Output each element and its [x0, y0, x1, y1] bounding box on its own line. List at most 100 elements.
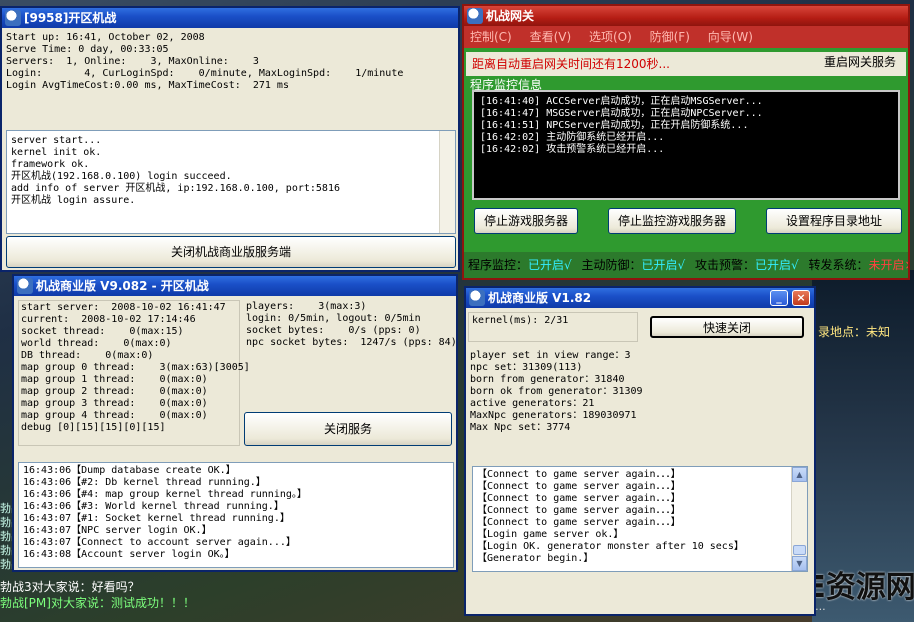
info-line: players: 3(max:3)	[246, 301, 367, 312]
monitor-log[interactable]: [16:41:40] ACCServer启动成功，正在启动MSGServer..…	[472, 90, 900, 200]
log-line: 【Connect to game server again．．．】	[477, 481, 681, 492]
kernel-log[interactable]: 16:43:06【Dump database create OK.】 16:43…	[18, 462, 454, 568]
log-line: [16:41:51] NPCServer启动成功，正在开启防御系统...	[480, 120, 749, 131]
log-scrollbar[interactable]: ▲ ▼	[791, 467, 807, 571]
log-line: 开区机战(192.168.0.100) login succeed.	[11, 171, 232, 182]
info-line: current: 2008-10-02 17:14:46	[21, 314, 196, 325]
window-title: 机战网关	[486, 9, 535, 23]
menu-defense[interactable]: 防御(F)	[650, 30, 690, 44]
server-log[interactable]: server start... kernel init ok. framewor…	[6, 130, 456, 234]
close-server-button[interactable]: 关闭机战商业版服务端	[6, 236, 456, 268]
info-line: map group 3 thread: 0(max:0)	[21, 398, 208, 409]
log-line: [16:42:02] 攻击预警系统已经开启...	[480, 144, 665, 155]
scroll-down-icon[interactable]: ▼	[792, 556, 807, 571]
log-line: 16:43:06【Dump database create OK.】	[23, 465, 236, 476]
quick-close-button[interactable]: 快速关闭	[650, 316, 804, 338]
log-line: framework ok.	[11, 159, 90, 170]
log-line: 16:43:06【#4: map group kernel thread run…	[23, 489, 307, 500]
stop-game-server-button[interactable]: 停止游戏服务器	[474, 208, 578, 234]
status-label: 攻击预警：	[695, 258, 756, 272]
npc-window: 机战商业版 V1.82 _ × kernel(ms): 2/31 快速关闭 pl…	[464, 286, 816, 616]
kernel-titlebar[interactable]: 机战商业版 V9.082 - 开区机战	[14, 276, 456, 296]
minimize-icon[interactable]: _	[770, 290, 788, 306]
stat-line: Login: 4, CurLoginSpd: 0/minute, MaxLogi…	[6, 68, 404, 79]
npc-titlebar[interactable]: 机战商业版 V1.82	[466, 288, 814, 308]
log-line: 16:43:06【#2: Db kernel thread running.】	[23, 477, 266, 488]
log-line: 【Connect to game server again．．．】	[477, 505, 681, 516]
log-line: 16:43:08【Account server login OK。】	[23, 549, 235, 560]
log-line: [16:42:02] 主动防御系统已经开启...	[480, 132, 665, 143]
status-value: 已开启√	[755, 258, 799, 272]
restart-gateway-button[interactable]: 重启网关服务	[816, 52, 904, 74]
log-line: 【Connect to game server again．．．】	[477, 493, 681, 504]
window-title: 机战商业版 V9.082 - 开区机战	[36, 279, 209, 293]
info-line: socket bytes: 0/s (pps: 0)	[246, 325, 421, 336]
kernel-right-info: players: 3(max:3) login: 0/5min, logout:…	[244, 300, 457, 410]
server-window-titlebar[interactable]: [9958]开区机战	[2, 8, 458, 28]
log-line: 【Login game server ok.】	[477, 529, 624, 540]
info-line: DB thread: 0(max:0)	[21, 350, 154, 361]
scroll-thumb[interactable]	[793, 545, 806, 555]
menu-control[interactable]: 控制(C)	[470, 30, 512, 44]
set-directory-button[interactable]: 设置程序目录地址	[766, 208, 902, 234]
close-service-button[interactable]: 关闭服务	[244, 412, 452, 446]
menu-view[interactable]: 查看(V)	[530, 30, 572, 44]
chat-line-2: 勃战[PM]对大家说：测试成功！！！	[0, 596, 195, 610]
stat-line: MaxNpc generators：189030971	[470, 410, 637, 421]
log-scrollbar[interactable]	[439, 131, 455, 233]
scroll-up-icon[interactable]: ▲	[792, 467, 807, 482]
npc-stats: player set in view range：3 npc set：31309…	[470, 350, 810, 446]
info-line: debug [0][15][15][0][15]	[21, 422, 166, 433]
log-line: add info of server 开区机战, ip:192.168.0.10…	[11, 183, 340, 194]
stat-line: active generators：21	[470, 398, 595, 409]
location-text: 录地点：未知	[818, 325, 891, 339]
log-line: 【Login OK. generator monster after 10 se…	[477, 541, 744, 552]
stat-line: npc set：31309(113)	[470, 362, 583, 373]
kernel-ms-text: kernel(ms): 2/31	[472, 315, 569, 326]
close-icon[interactable]: ×	[792, 290, 810, 306]
stat-line: Servers: 1, Online: 3, MaxOnline: 3	[6, 56, 259, 67]
log-line: 16:43:06【#3: World kernel thread running…	[23, 501, 284, 512]
stat-line: Serve Time: 0 day, 00:33:05	[6, 44, 169, 55]
info-line: login: 0/5min, logout: 0/5min	[246, 313, 421, 324]
app-icon	[5, 10, 21, 26]
status-value: 已开启√	[641, 258, 686, 272]
info-line: map group 2 thread: 0(max:0)	[21, 386, 208, 397]
info-line: start server: 2008-10-02 16:41:47	[21, 302, 226, 313]
log-line: [16:41:47] MSGServer启动成功，正在启动NPCServer..…	[480, 108, 763, 119]
menu-options[interactable]: 选项(O)	[589, 30, 632, 44]
app-icon	[469, 290, 485, 306]
info-line: socket thread: 0(max:15)	[21, 326, 184, 337]
gateway-window: 机战网关 控制(C) 查看(V) 选项(O) 防御(F) 向导(W) 距离自动重…	[462, 4, 910, 280]
stop-monitor-button[interactable]: 停止监控游戏服务器	[608, 208, 736, 234]
info-line: npc socket bytes: 1247/s (pps: 84)	[246, 337, 457, 348]
stat-line: Max Npc set：3774	[470, 422, 571, 433]
menu-wizard[interactable]: 向导(W)	[708, 30, 753, 44]
status-label: 程序监控：	[468, 258, 529, 272]
log-line: server start...	[11, 135, 102, 146]
stat-line: Start up: 16:41, October 02, 2008	[6, 32, 205, 43]
npc-log[interactable]: 【Connect to game server again．．．】 【Conne…	[472, 466, 808, 572]
log-line: 16:43:07【#1: Socket kernel thread runnin…	[23, 513, 290, 524]
log-line: 【Connect to game server again．．．】	[477, 469, 681, 480]
stat-line: Login AvgTimeCost:0.00 ms, MaxTimeCost: …	[6, 80, 289, 91]
stat-line: born from generator：31840	[470, 374, 625, 385]
log-line: [16:41:40] ACCServer启动成功，正在启动MSGServer..…	[480, 96, 763, 107]
status-label: 转发系统：	[808, 258, 869, 272]
app-icon	[467, 8, 483, 24]
stat-line: player set in view range：3	[470, 350, 631, 361]
kernel-window: 机战商业版 V9.082 - 开区机战 start server: 2008-1…	[12, 274, 458, 572]
gateway-menubar: 控制(C) 查看(V) 选项(O) 防御(F) 向导(W)	[464, 26, 908, 48]
window-title: [9958]开区机战	[24, 11, 117, 25]
log-line: 【Connect to game server again．．．】	[477, 517, 681, 528]
gateway-titlebar[interactable]: 机战网关	[464, 6, 908, 26]
app-icon	[17, 278, 33, 294]
stat-line: born ok from generator：31309	[470, 386, 643, 397]
chat-line-1: 勃战3对大家说：好看吗？	[0, 580, 140, 594]
log-line: 【Generator begin.】	[477, 553, 594, 564]
status-value: 未开启×	[868, 258, 908, 272]
window-title: 机战商业版 V1.82	[488, 291, 592, 305]
server-stats: Start up: 16:41, October 02, 2008 Serve …	[6, 32, 456, 104]
server-window: [9958]开区机战 Start up: 16:41, October 02, …	[0, 6, 460, 272]
status-label: 主动防御：	[581, 258, 642, 272]
